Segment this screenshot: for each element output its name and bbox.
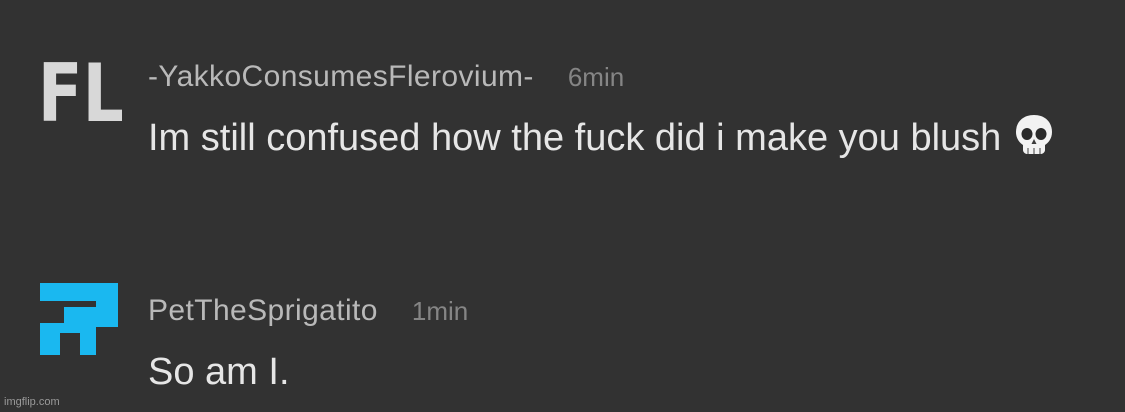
- username[interactable]: -YakkoConsumesFlerovium-: [148, 60, 534, 93]
- timestamp: 6min: [567, 62, 625, 92]
- user-avatar[interactable]: [40, 277, 122, 359]
- comment-text-content: So am I.: [148, 351, 290, 393]
- comment-meta: PetTheSprigatito 1min: [148, 294, 468, 328]
- blue-pixel-logo-icon: [40, 283, 118, 355]
- username[interactable]: PetTheSprigatito: [148, 294, 378, 327]
- fl-text-avatar-icon: FL: [40, 48, 122, 126]
- timestamp: 1min: [411, 296, 469, 326]
- svg-text:FL: FL: [40, 48, 122, 126]
- comment-text: So am I.: [148, 344, 1068, 400]
- skull-emoji-icon: [1011, 112, 1057, 174]
- user-avatar[interactable]: FL: [40, 44, 122, 126]
- watermark: imgflip.com: [4, 396, 60, 408]
- comment-text-content: Im still confused how the fuck did i mak…: [148, 117, 1002, 159]
- comment-meta: -YakkoConsumesFlerovium- 6min: [148, 60, 624, 94]
- comment-text: Im still confused how the fuck did i mak…: [148, 110, 1068, 174]
